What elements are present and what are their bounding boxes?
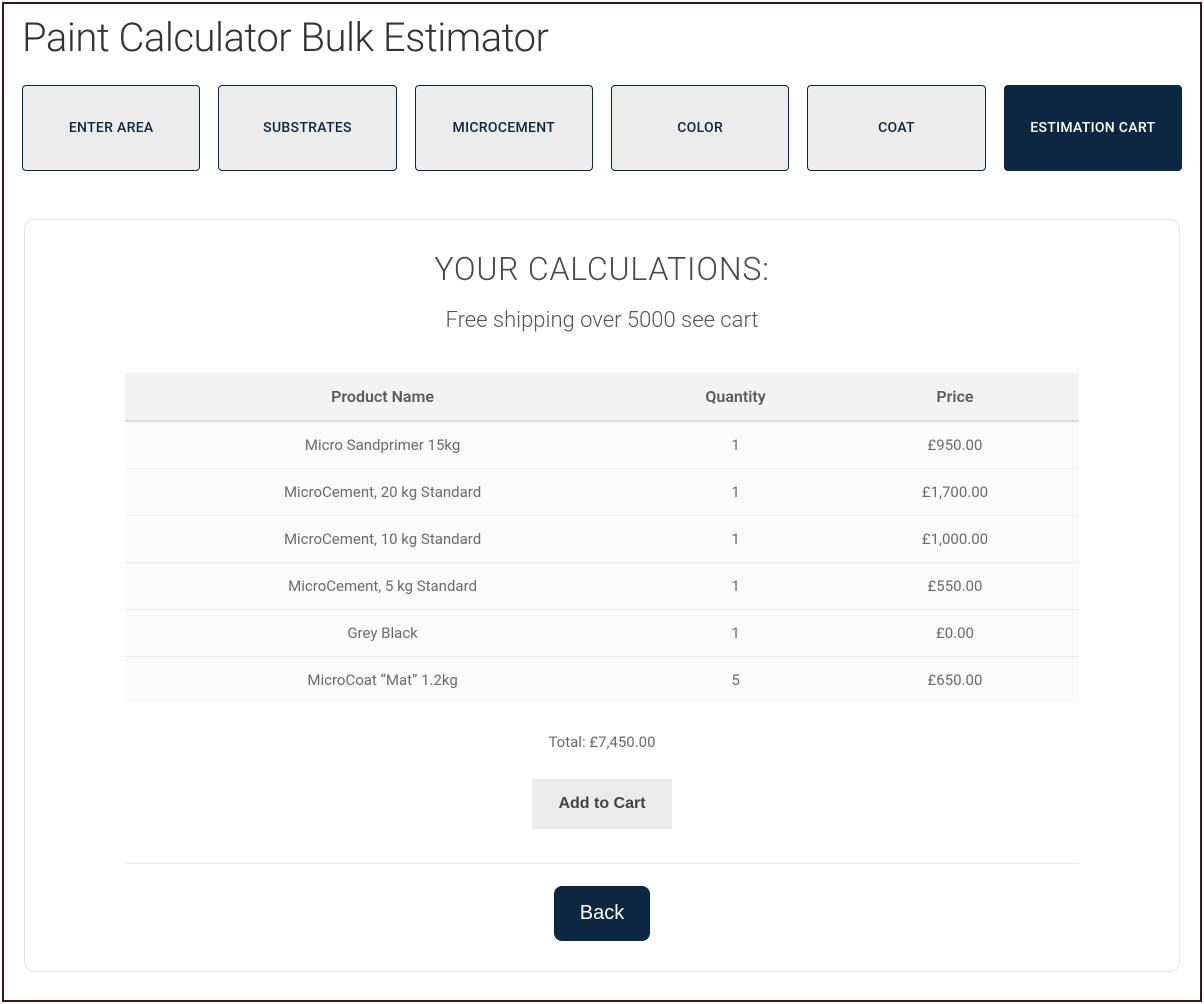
col-product-name: Product Name xyxy=(125,373,640,421)
cell-quantity: 1 xyxy=(640,563,831,610)
tab-color[interactable]: COLOR xyxy=(611,85,789,171)
calculations-heading: YOUR CALCULATIONS: xyxy=(125,250,1079,288)
cell-product: MicroCoat “Mat” 1.2kg xyxy=(125,657,640,704)
tab-substrates[interactable]: SUBSTRATES xyxy=(218,85,396,171)
back-button[interactable]: Back xyxy=(554,886,650,941)
total-label: Total: xyxy=(548,733,589,751)
cell-product: MicroCement, 20 kg Standard xyxy=(125,469,640,516)
cell-product: Micro Sandprimer 15kg xyxy=(125,421,640,469)
cell-price: £1,000.00 xyxy=(831,516,1079,563)
tab-enter-area[interactable]: ENTER AREA xyxy=(22,85,200,171)
cell-quantity: 1 xyxy=(640,516,831,563)
table-row: MicroCoat “Mat” 1.2kg 5 £650.00 xyxy=(125,657,1079,704)
tab-estimation-cart[interactable]: ESTIMATION CART xyxy=(1004,85,1182,171)
calculations-table: Product Name Quantity Price Micro Sandpr… xyxy=(125,373,1079,703)
divider xyxy=(125,863,1079,864)
shipping-note: Free shipping over 5000 see cart xyxy=(125,308,1079,333)
table-row: MicroCement, 10 kg Standard 1 £1,000.00 xyxy=(125,516,1079,563)
cell-price: £0.00 xyxy=(831,610,1079,657)
add-to-cart-button[interactable]: Add to Cart xyxy=(532,779,671,829)
tab-bar: ENTER AREA SUBSTRATES MICROCEMENT COLOR … xyxy=(22,85,1182,171)
total-value: £7,450.00 xyxy=(589,733,655,751)
cell-quantity: 5 xyxy=(640,657,831,704)
cell-price: £550.00 xyxy=(831,563,1079,610)
col-quantity: Quantity xyxy=(640,373,831,421)
cell-quantity: 1 xyxy=(640,421,831,469)
table-row: Micro Sandprimer 15kg 1 £950.00 xyxy=(125,421,1079,469)
table-row: MicroCement, 20 kg Standard 1 £1,700.00 xyxy=(125,469,1079,516)
cell-price: £650.00 xyxy=(831,657,1079,704)
tab-coat[interactable]: COAT xyxy=(807,85,985,171)
page-title: Paint Calculator Bulk Estimator xyxy=(22,14,1182,61)
estimation-card: YOUR CALCULATIONS: Free shipping over 50… xyxy=(24,219,1180,972)
cell-quantity: 1 xyxy=(640,469,831,516)
table-row: MicroCement, 5 kg Standard 1 £550.00 xyxy=(125,563,1079,610)
cell-price: £1,700.00 xyxy=(831,469,1079,516)
cell-quantity: 1 xyxy=(640,610,831,657)
cell-price: £950.00 xyxy=(831,421,1079,469)
cell-product: Grey Black xyxy=(125,610,640,657)
total-line: Total: £7,450.00 xyxy=(125,733,1079,751)
cell-product: MicroCement, 10 kg Standard xyxy=(125,516,640,563)
table-row: Grey Black 1 £0.00 xyxy=(125,610,1079,657)
tab-microcement[interactable]: MICROCEMENT xyxy=(415,85,593,171)
col-price: Price xyxy=(831,373,1079,421)
cell-product: MicroCement, 5 kg Standard xyxy=(125,563,640,610)
